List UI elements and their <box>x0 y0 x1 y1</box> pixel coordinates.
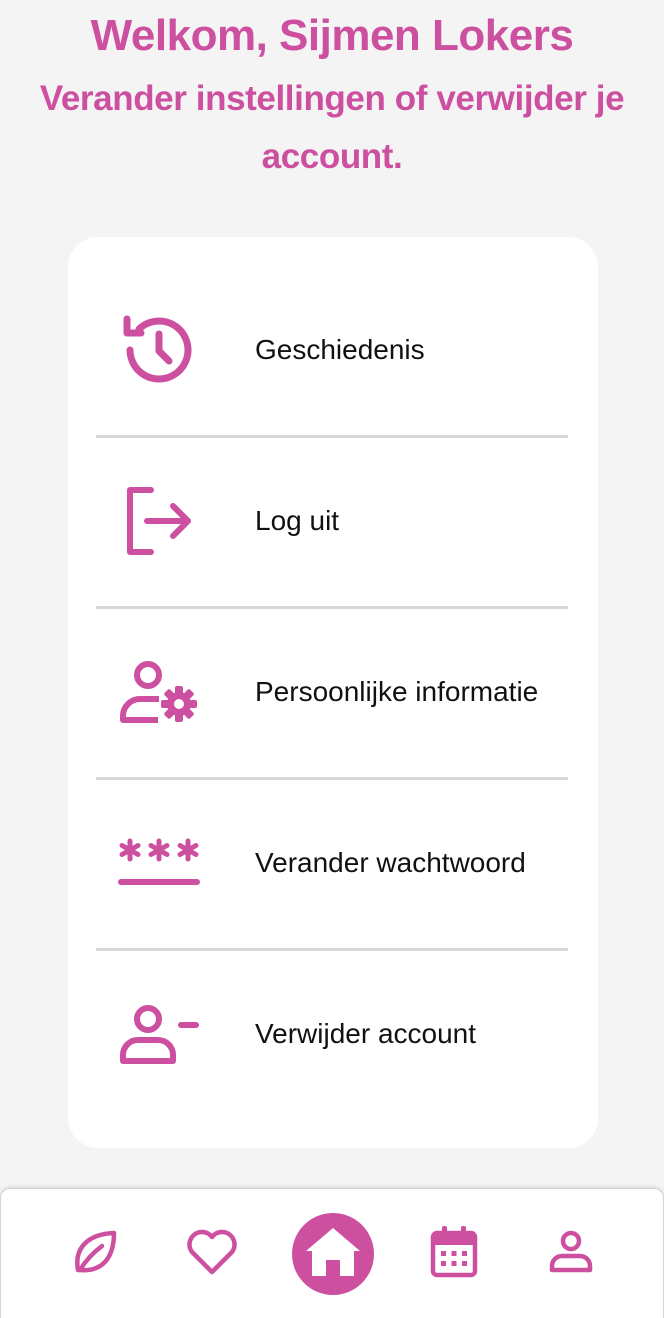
heart-icon <box>185 1228 239 1281</box>
menu-item-logout[interactable]: Log uit <box>96 436 568 606</box>
menu-item-label: Geschiedenis <box>255 334 425 365</box>
user-remove-icon <box>104 989 214 1079</box>
menu-item-change-password[interactable]: Verander wachtwoord <box>96 778 568 948</box>
bottom-nav <box>0 1188 664 1318</box>
menu-item-label: Log uit <box>255 505 340 536</box>
profile-icon <box>548 1230 594 1279</box>
menu-item-label: Verander wachtwoord <box>255 847 526 878</box>
nav-profile-button[interactable] <box>539 1222 603 1286</box>
page-title: Welkom, Sijmen Lokers <box>90 11 574 60</box>
user-settings-icon <box>104 647 214 737</box>
nav-calendar-button[interactable] <box>422 1222 486 1286</box>
menu-item-personal-info[interactable]: Persoonlijke informatie <box>96 607 568 777</box>
menu-item-label: Persoonlijke informatie <box>255 676 539 707</box>
calendar-icon <box>430 1225 478 1284</box>
logout-icon <box>104 476 214 566</box>
nav-leaf-button[interactable] <box>62 1222 126 1286</box>
page-subtitle: Verander instellingen of verwijder je ac… <box>39 79 625 176</box>
nav-favorites-button[interactable] <box>180 1222 244 1286</box>
page-header: Welkom, Sijmen Lokers Verander instellin… <box>0 8 664 186</box>
menu-item-history[interactable]: Geschiedenis <box>96 265 568 435</box>
menu-item-delete-account[interactable]: Verwijder account <box>96 949 568 1119</box>
history-icon <box>104 305 214 395</box>
password-icon <box>104 818 214 908</box>
home-icon <box>304 1226 362 1283</box>
menu-item-label: Verwijder account <box>255 1018 477 1049</box>
settings-page: Welkom, Sijmen Lokers Verander instellin… <box>0 0 664 1318</box>
leaf-icon <box>70 1228 118 1281</box>
settings-card: Geschiedenis Log uit Persoonlijke inform… <box>68 237 598 1148</box>
nav-home-button[interactable] <box>292 1213 374 1295</box>
